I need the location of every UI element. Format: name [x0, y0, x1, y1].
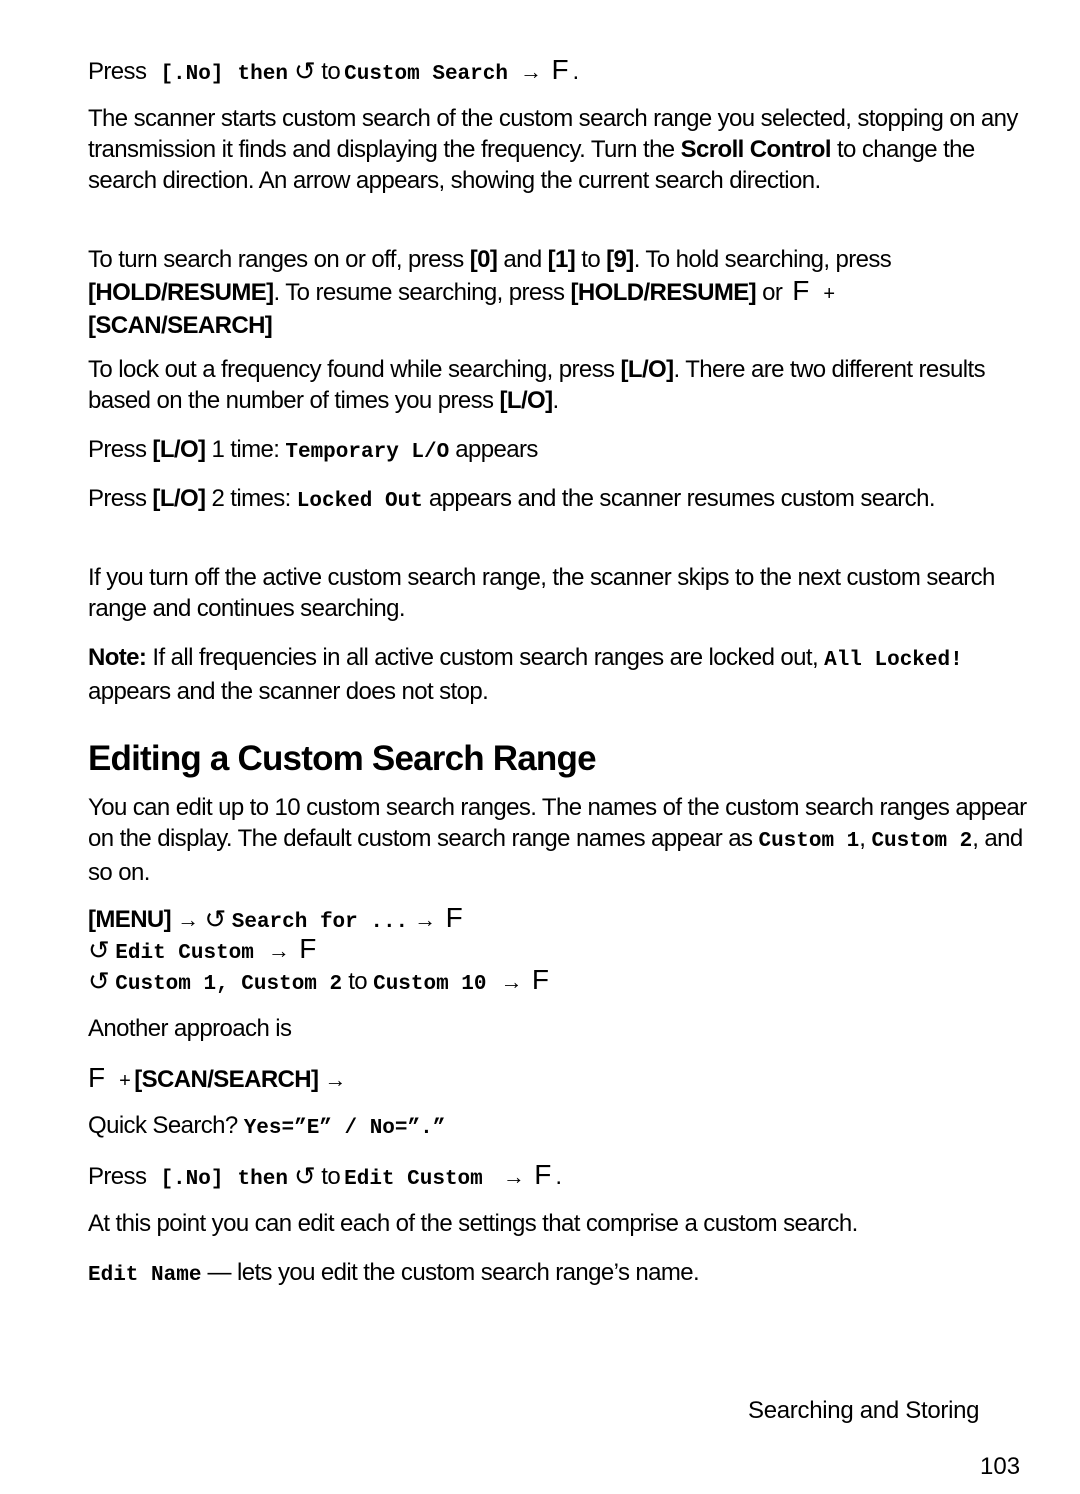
search-for-display: Search for ... — [231, 911, 409, 934]
paragraph-toggle-ranges: To turn search ranges on or off, press [… — [88, 244, 1028, 341]
edit-name-item: Edit Name — lets you edit the custom sea… — [88, 1257, 1028, 1291]
scroll-control-icon: ↺ — [294, 56, 316, 86]
text: . — [552, 387, 560, 414]
scroll-control-icon: ↺ — [88, 935, 110, 965]
text: — lets you edit the custom search range’… — [201, 1259, 700, 1286]
paragraph-lockout-twice: Press [L/O] 2 times: Locked Out appears … — [88, 483, 1028, 517]
all-locked-display: All Locked! — [824, 649, 963, 672]
plus-sign: + — [119, 1070, 131, 1092]
function-key-icon: F — [792, 275, 810, 306]
function-key-icon: F — [445, 902, 463, 933]
text: To lock out a frequency found while sear… — [88, 356, 621, 383]
menu-key: [MENU] — [88, 906, 172, 933]
text: , — [859, 825, 872, 852]
edit-custom-display: Edit Custom — [115, 942, 254, 965]
arrow-right-icon: → — [267, 938, 290, 963]
paragraph-lockout: To lock out a frequency found while sear… — [88, 354, 1028, 416]
paragraph-skip-range: If you turn off the active custom search… — [88, 562, 1028, 624]
step-press-no-custom-search: Press [.No] then ↺ to Custom Search → F. — [88, 54, 1028, 90]
paragraph-edit-intro: You can edit up to 10 custom search rang… — [88, 792, 1028, 888]
lockout-key: [L/O] — [152, 436, 206, 463]
key-1: [1] — [547, 246, 576, 273]
scan-search-key: [SCAN/SEARCH] — [88, 312, 273, 339]
scroll-control-icon: ↺ — [294, 1161, 316, 1191]
plus-sign: + — [823, 283, 835, 305]
function-key-icon: F — [551, 54, 569, 85]
scroll-control-icon: ↺ — [88, 966, 110, 996]
text: . To resume searching, press — [273, 279, 571, 306]
to-text: to — [348, 968, 368, 995]
arrow-right-icon: → — [324, 1067, 346, 1092]
arrow-right-icon: → — [177, 907, 199, 932]
custom-range-start-display: Custom 1, Custom 2 — [115, 973, 343, 996]
note: Note: If all frequencies in all active c… — [88, 642, 1028, 707]
alt-step-scan-search: F + [SCAN/SEARCH] → — [88, 1062, 1028, 1097]
locked-out-display: Locked Out — [296, 490, 423, 513]
paragraph-edit-settings: At this point you can edit each of the s… — [88, 1210, 858, 1237]
function-key-icon: F — [88, 1062, 106, 1093]
temporary-lo-display: Temporary L/O — [285, 441, 450, 464]
function-key-icon: F — [531, 964, 550, 995]
scroll-control-term: Scroll Control — [680, 136, 832, 163]
text: and — [497, 246, 548, 273]
then-text: then — [237, 1168, 288, 1191]
custom-2-display: Custom 2 — [871, 830, 973, 853]
note-label: Note: — [88, 644, 147, 671]
to-text: to — [321, 1163, 341, 1190]
text: appears — [449, 436, 538, 463]
key-0: [0] — [469, 246, 498, 273]
another-approach: Another approach is — [88, 1015, 292, 1042]
text: If you turn off the active custom search… — [88, 564, 995, 622]
lockout-key: [L/O] — [152, 485, 206, 512]
text: Quick Search? — [88, 1112, 244, 1139]
section-heading: Editing a Custom Search Range — [88, 739, 597, 778]
key-9: [9] — [606, 246, 634, 273]
no-key: [.No] — [160, 1168, 224, 1191]
custom-10-display: Custom 10 — [373, 973, 487, 996]
period: . — [555, 1163, 562, 1190]
text: to — [575, 246, 607, 273]
hold-resume-key: [HOLD/RESUME] — [570, 279, 757, 306]
no-key: [.No] — [160, 63, 224, 86]
hold-resume-key: [HOLD/RESUME] — [88, 279, 274, 306]
text: Press — [88, 485, 153, 512]
page-number: 103 — [980, 1453, 1021, 1480]
then-text: then — [237, 63, 288, 86]
step-press-no-edit-custom: Press [.No] then ↺ to Edit Custom → F. — [88, 1159, 1028, 1195]
lockout-key: [L/O] — [499, 387, 554, 414]
text: appears and the scanner resumes custom s… — [422, 485, 936, 512]
arrow-right-icon: → — [502, 1164, 525, 1189]
paragraph-lockout-once: Press [L/O] 1 time: Temporary L/O appear… — [88, 434, 1028, 468]
period: . — [572, 58, 580, 85]
text: 1 time: — [205, 436, 286, 463]
custom-1-display: Custom 1 — [758, 830, 860, 853]
text: . To hold searching, press — [633, 246, 892, 273]
function-key-icon: F — [299, 933, 317, 964]
text: If all frequencies in all active custom … — [146, 644, 825, 671]
text: or — [756, 279, 783, 306]
press-text: Press — [88, 1163, 147, 1190]
custom-search-display: Custom Search — [344, 63, 508, 86]
lockout-key: [L/O] — [620, 356, 675, 383]
arrow-right-icon: → — [414, 907, 436, 932]
scroll-control-icon: ↺ — [204, 904, 226, 934]
text: appears and the scanner does not stop. — [88, 678, 489, 705]
menu-step-select-custom: ↺ Custom 1, Custom 2 to Custom 10 → F — [88, 964, 1028, 1000]
edit-name-display: Edit Name — [88, 1264, 202, 1287]
yes-no-display: Yes=”E” / No=”.” — [243, 1117, 446, 1140]
function-key-icon: F — [534, 1159, 552, 1190]
text: Press — [88, 436, 153, 463]
to-text: to — [321, 58, 341, 85]
footer-section-title: Searching and Storing — [748, 1397, 980, 1424]
text: 2 times: — [205, 485, 297, 512]
paragraph-search-description: The scanner starts custom search of the … — [88, 103, 1028, 196]
quick-search-prompt: Quick Search? Yes=”E” / No=”.” — [88, 1110, 1028, 1144]
arrow-right-icon: → — [500, 969, 523, 994]
scan-search-key: [SCAN/SEARCH] — [134, 1066, 319, 1093]
edit-custom-display: Edit Custom — [344, 1168, 483, 1191]
arrow-right-icon: → — [520, 59, 542, 84]
press-text: Press — [88, 58, 147, 85]
text: To turn search ranges on or off, press — [88, 246, 470, 273]
